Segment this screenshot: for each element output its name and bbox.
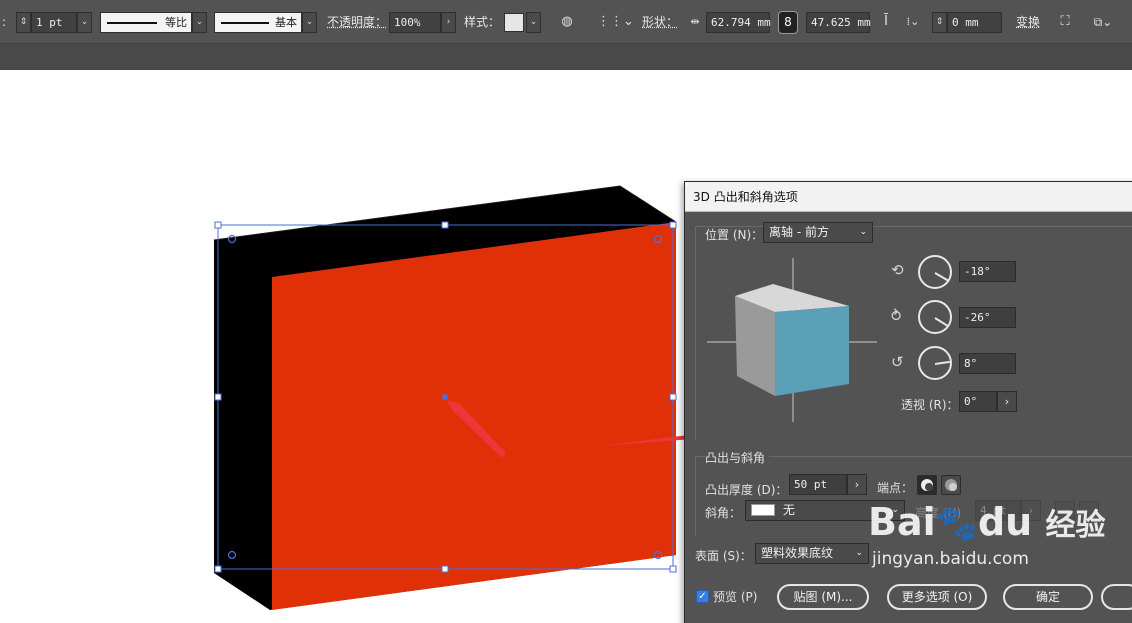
perspective-label: 透视 (R)： bbox=[901, 398, 959, 412]
perspective-field[interactable]: 0° bbox=[959, 391, 997, 412]
ok-button[interactable]: 确定 bbox=[1003, 584, 1093, 610]
extrude-section-title: 凸出与斜角 bbox=[705, 449, 770, 466]
brush-label: 基本 bbox=[275, 16, 297, 29]
rotation-cube-preview[interactable] bbox=[707, 256, 879, 424]
chevron-down-icon: ⌄ bbox=[855, 548, 863, 558]
cap-off-button[interactable] bbox=[941, 475, 961, 495]
preview-label[interactable]: 预览 (P) bbox=[713, 588, 757, 605]
style-label: 样式： bbox=[464, 15, 501, 29]
profile-label: 等比 bbox=[165, 16, 187, 29]
surface-value: 塑料效果底纹 bbox=[761, 546, 834, 560]
surface-select[interactable]: 塑料效果底纹 ⌄ bbox=[755, 543, 869, 564]
corner-type-icon[interactable]: ⁞⌄ bbox=[902, 11, 924, 33]
arrange-icon[interactable]: ⧉⌄ bbox=[1086, 11, 1120, 33]
height-icon: Ī bbox=[884, 14, 888, 29]
position-label: 位置 (N)： bbox=[705, 228, 764, 242]
corner-radius-field[interactable]: 0 mm bbox=[947, 12, 1002, 33]
watermark-brand2: du bbox=[977, 500, 1033, 544]
cancel-button[interactable] bbox=[1101, 584, 1132, 610]
shape-height-field[interactable]: 47.625 mm bbox=[806, 12, 871, 33]
bevel-label: 斜角： bbox=[705, 506, 742, 520]
rotate-y-field[interactable]: -26° bbox=[959, 307, 1016, 328]
opacity-field[interactable]: 100% bbox=[389, 12, 441, 33]
document-tab-bar bbox=[0, 44, 1132, 70]
rotate-y-dial[interactable] bbox=[918, 300, 952, 334]
stroke-preview bbox=[107, 22, 157, 24]
map-art-button[interactable]: 贴图 (M)... bbox=[777, 584, 869, 610]
box-front-face[interactable] bbox=[272, 222, 676, 610]
illustrator-window: : ⇕ 1 pt ⌄ 等比 ⌄ 基本 ⌄ 不透明度： 100% › 样式： ⌄ … bbox=[0, 0, 1132, 623]
control-toolbar: : ⇕ 1 pt ⌄ 等比 ⌄ 基本 ⌄ 不透明度： 100% › 样式： ⌄ … bbox=[0, 0, 1132, 44]
rotate-z-dial[interactable] bbox=[918, 346, 952, 380]
width-icon: ⇹ bbox=[690, 15, 700, 28]
cap-on-button[interactable] bbox=[917, 475, 937, 495]
stroke-weight-field[interactable]: 1 pt bbox=[31, 12, 77, 33]
depth-field[interactable]: 50 pt bbox=[789, 474, 847, 495]
dialog-title[interactable]: 3D 凸出和斜角选项 bbox=[685, 182, 1132, 212]
shape-label[interactable]: 形状： bbox=[642, 11, 678, 33]
stroke-label-tail: : bbox=[2, 15, 7, 29]
chevron-down-icon: ⌄ bbox=[859, 227, 867, 237]
bevel-value: 无 bbox=[782, 503, 795, 517]
more-options-button[interactable]: 更多选项 (O) bbox=[887, 584, 987, 610]
watermark-url: jingyan.baidu.com bbox=[872, 549, 1029, 569]
graphic-style-swatch[interactable] bbox=[504, 13, 524, 32]
style-dropdown[interactable]: ⌄ bbox=[526, 12, 541, 33]
isolate-icon[interactable]: ⛶ bbox=[1054, 11, 1076, 33]
recolor-artwork-icon[interactable]: ◍ bbox=[556, 11, 578, 33]
brush-definition[interactable]: 基本 bbox=[214, 12, 302, 33]
bevel-preview bbox=[751, 503, 775, 516]
constrain-proportions-icon[interactable]: 8 bbox=[778, 11, 798, 34]
paw-icon: 🐾 bbox=[935, 504, 978, 544]
center-point bbox=[442, 394, 448, 400]
brush-dropdown[interactable]: ⌄ bbox=[302, 12, 317, 33]
rotate-y-icon: ⥁ bbox=[891, 307, 902, 325]
stroke-weight-dropdown[interactable]: ⌄ bbox=[77, 12, 92, 33]
align-grid-icon[interactable]: ⋮⋮⌄ bbox=[597, 11, 634, 33]
opacity-label[interactable]: 不透明度： bbox=[327, 11, 387, 33]
depth-slider-button[interactable]: › bbox=[847, 474, 867, 495]
surface-label: 表面 (S)： bbox=[695, 549, 752, 563]
position-select[interactable]: 离轴 - 前方 ⌄ bbox=[763, 222, 873, 243]
rotate-x-field[interactable]: -18° bbox=[959, 261, 1016, 282]
profile-dropdown[interactable]: ⌄ bbox=[192, 12, 207, 33]
preview-checkbox[interactable]: ✓ bbox=[696, 590, 709, 603]
opacity-arrow[interactable]: › bbox=[441, 12, 456, 33]
stroke-weight-stepper[interactable]: ⇕ bbox=[16, 12, 31, 33]
depth-label: 凸出厚度 (D)： bbox=[705, 483, 788, 497]
shape-width-field[interactable]: 62.794 mm bbox=[706, 12, 771, 33]
baidu-jingyan-watermark: Bai🐾du 经验 jingyan.baidu.com bbox=[868, 500, 1105, 570]
brush-preview bbox=[221, 22, 269, 24]
rotate-z-icon: ↺ bbox=[891, 353, 904, 371]
variable-width-profile[interactable]: 等比 bbox=[100, 12, 192, 33]
perspective-slider-button[interactable]: › bbox=[997, 391, 1017, 412]
cap-label: 端点： bbox=[877, 481, 914, 495]
corner-radius-stepper[interactable]: ⇕ bbox=[932, 12, 947, 33]
transform-link[interactable]: 变换 bbox=[1016, 11, 1040, 33]
rotate-x-icon: ⟲ bbox=[891, 261, 904, 279]
rotate-z-field[interactable]: 8° bbox=[959, 353, 1016, 374]
watermark-suffix: 经验 bbox=[1045, 508, 1106, 543]
position-value: 离轴 - 前方 bbox=[769, 225, 829, 239]
rotate-x-dial[interactable] bbox=[918, 255, 952, 289]
watermark-brand: Bai bbox=[868, 500, 936, 544]
